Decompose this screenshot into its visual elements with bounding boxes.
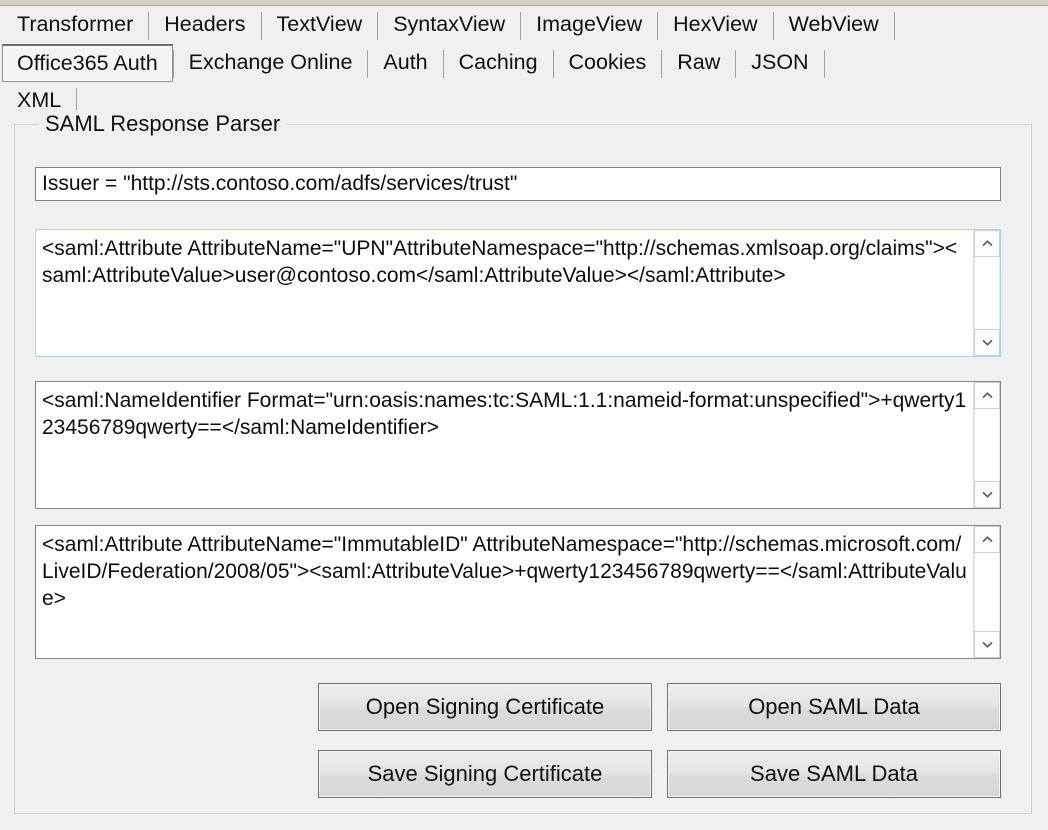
saml-nameidentifier-value: <saml:NameIdentifier Format="urn:oasis:n… [42,389,967,439]
tab-cookies[interactable]: Cookies [554,44,662,82]
tab-label: ImageView [536,12,643,37]
saml-immutableid-value: <saml:Attribute AttributeName="Immutable… [42,533,967,610]
office365-auth-inspector: Transformer Headers TextView SyntaxView … [0,0,1048,830]
tab-label: JSON [751,50,809,75]
tab-textview[interactable]: TextView [262,6,378,44]
tab-webview[interactable]: WebView [774,6,894,44]
scroll-track[interactable] [974,553,1000,631]
tab-label: WebView [788,12,879,37]
tab-transformer[interactable]: Transformer [2,6,148,44]
group-title: SAML Response Parser [39,110,288,138]
tab-separator [823,50,825,78]
button-label: Open SAML Data [748,694,920,719]
tab-label: Exchange Online [188,50,353,75]
tab-hexview[interactable]: HexView [658,6,772,44]
save-signing-certificate-button[interactable]: Save Signing Certificate [318,750,652,798]
saml-immutableid-textarea[interactable]: <saml:Attribute AttributeName="Immutable… [35,525,1001,659]
tab-headers[interactable]: Headers [149,6,260,44]
tab-label: SyntaxView [393,12,506,37]
tab-label: Raw [677,50,721,75]
tab-label: HexView [673,12,758,37]
tab-caching[interactable]: Caching [444,44,553,82]
chevron-up-icon [981,392,993,399]
tabstrip-row-2: Office365 Auth Exchange Online Auth Cach… [0,44,1048,82]
scroll-up-button[interactable] [974,526,1000,553]
saml-attribute-upn-value: <saml:Attribute AttributeName="UPN"Attri… [42,237,958,287]
issuer-field[interactable]: Issuer = "http://sts.contoso.com/adfs/se… [35,167,1001,201]
saml-nameidentifier-scrollbar[interactable] [973,382,1000,508]
tab-label: Transformer [17,12,134,37]
button-label: Open Signing Certificate [365,694,605,719]
scroll-down-button[interactable] [974,329,1000,356]
scroll-down-button[interactable] [974,481,1000,508]
saml-attribute-upn-textarea[interactable]: <saml:Attribute AttributeName="UPN"Attri… [35,229,1001,357]
open-saml-data-button[interactable]: Open SAML Data [667,683,1001,731]
scroll-up-button[interactable] [974,382,1000,409]
tab-syntaxview[interactable]: SyntaxView [378,6,520,44]
saml-attribute-upn-scrollbar[interactable] [973,230,1000,356]
saml-response-parser-group: SAML Response Parser Issuer = "http://st… [14,110,1032,814]
tab-label: Auth [383,50,428,75]
tab-raw[interactable]: Raw [662,44,735,82]
save-saml-data-button[interactable]: Save SAML Data [667,750,1001,798]
tab-auth[interactable]: Auth [368,44,442,82]
tab-label: Office365 Auth [17,50,158,75]
scroll-track[interactable] [974,257,1000,329]
chevron-down-icon [981,491,993,498]
open-signing-certificate-button[interactable]: Open Signing Certificate [318,683,652,731]
tab-label: Headers [164,12,246,37]
tab-imageview[interactable]: ImageView [521,6,657,44]
scroll-up-button[interactable] [974,230,1000,257]
scroll-down-button[interactable] [974,631,1000,658]
button-label: Save SAML Data [750,761,918,786]
tabstrip-row-1: Transformer Headers TextView SyntaxView … [0,6,1048,44]
saml-nameidentifier-textarea[interactable]: <saml:NameIdentifier Format="urn:oasis:n… [35,381,1001,509]
inspector-tabstrip: Transformer Headers TextView SyntaxView … [0,6,1048,122]
tab-exchange-online[interactable]: Exchange Online [174,44,368,82]
chevron-down-icon [981,641,993,648]
button-label: Save Signing Certificate [367,761,603,786]
tab-label: Cookies [568,50,647,75]
tab-json[interactable]: JSON [736,44,823,82]
chevron-up-icon [981,240,993,247]
chevron-up-icon [981,536,993,543]
saml-immutableid-scrollbar[interactable] [973,526,1000,658]
tab-label: XML [17,88,62,113]
chevron-down-icon [981,339,993,346]
scroll-track[interactable] [974,409,1000,481]
tab-label: TextView [276,12,363,37]
issuer-value: Issuer = "http://sts.contoso.com/adfs/se… [42,172,518,196]
tab-office365-auth[interactable]: Office365 Auth [2,44,173,82]
tab-separator [893,12,895,40]
tab-label: Caching [458,50,538,75]
